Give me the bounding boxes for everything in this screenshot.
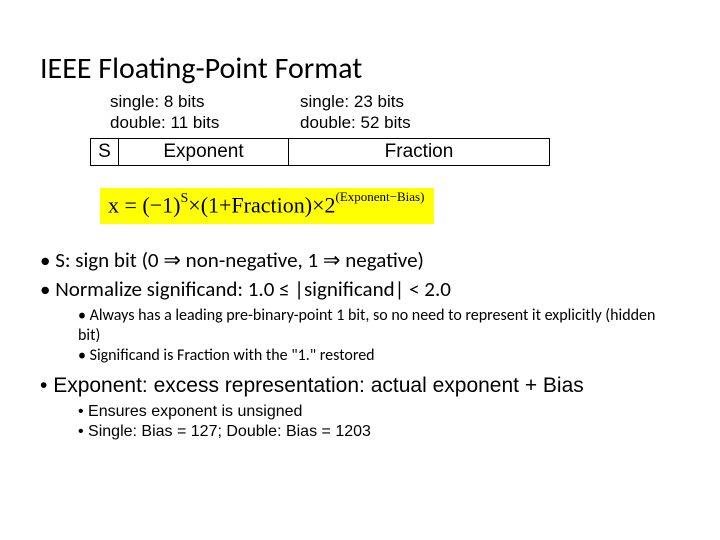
formula-mid: ×(1+Fraction)×2: [188, 192, 335, 217]
formula: x = (−1)S×(1+Fraction)×2(Exponent−Bias): [100, 188, 434, 224]
fraction-double-bits: double: 52 bits: [300, 112, 411, 133]
fraction-single-bits: single: 23 bits: [300, 91, 411, 112]
bullet-normalize: Normalize significand: 1.0 ≤ |significan…: [40, 275, 680, 365]
bullet-significand-restored: Significand is Fraction with the "1." re…: [78, 346, 680, 366]
bullet-bias-values: Single: Bias = 127; Double: Bias = 1203: [78, 422, 680, 442]
formula-sup1: S: [180, 191, 188, 206]
bullet-list: S: sign bit (0 ⇒ non-negative, 1 ⇒ negat…: [40, 246, 680, 442]
field-fraction: Fraction: [289, 139, 549, 165]
bit-widths-row: single: 8 bits double: 11 bits single: 2…: [110, 91, 680, 134]
bullet-hidden-bit: Always has a leading pre-binary-point 1 …: [78, 306, 680, 346]
field-exponent: Exponent: [119, 139, 289, 165]
exponent-single-bits: single: 8 bits: [110, 91, 300, 112]
bullet-sign: S: sign bit (0 ⇒ non-negative, 1 ⇒ negat…: [40, 246, 680, 275]
exponent-double-bits: double: 11 bits: [110, 112, 300, 133]
field-sign: S: [91, 139, 119, 165]
formula-eq: =: [125, 192, 143, 217]
formula-lhs: x: [108, 192, 119, 217]
bullet-exponent: Exponent: excess representation: actual …: [40, 372, 680, 442]
formula-sup2: (Exponent−Bias): [335, 189, 424, 204]
bullet-unsigned: Ensures exponent is unsigned: [78, 402, 680, 422]
page-title: IEEE Floating-Point Format: [40, 50, 680, 87]
arrow-icon: ⇒: [163, 249, 181, 272]
arrow-icon: ⇒: [323, 249, 341, 272]
format-layout: S Exponent Fraction: [90, 138, 550, 166]
formula-base1: (−1): [142, 192, 180, 217]
